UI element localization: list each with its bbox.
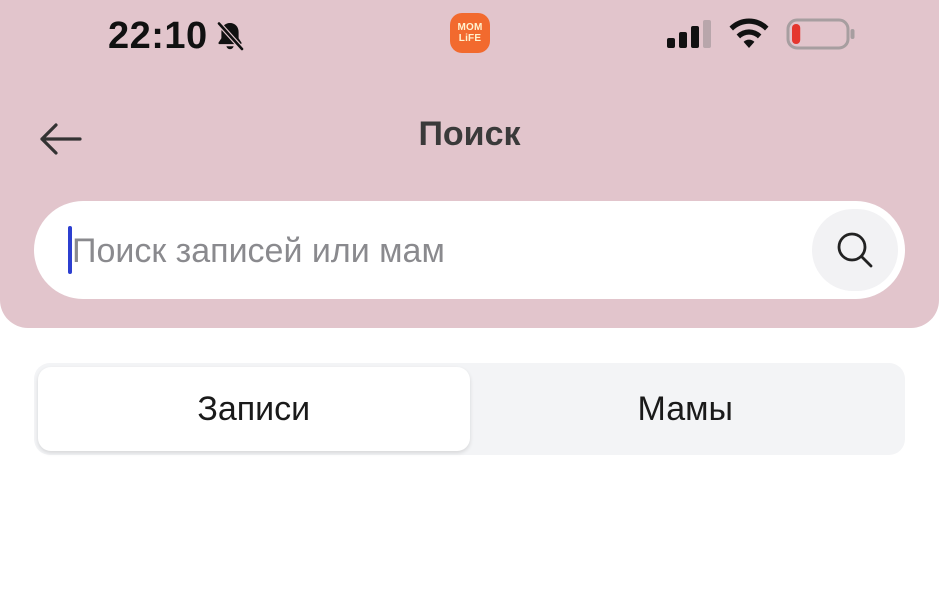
status-time: 22:10 [108, 15, 208, 57]
segmented-tabs: Записи Мамы [34, 363, 905, 455]
header: 22:10 MOM LiFE Поиск Поиск записей или м… [0, 0, 939, 328]
app-badge-line2: LiFE [458, 33, 482, 44]
search-input[interactable] [72, 223, 792, 279]
search-icon [837, 232, 873, 268]
tab-moms[interactable]: Мамы [470, 367, 902, 451]
text-caret [68, 226, 72, 274]
search-button[interactable] [812, 209, 898, 291]
bell-slash-icon [216, 21, 245, 52]
app-badge-icon: MOM LiFE [450, 13, 490, 53]
back-button[interactable] [30, 112, 90, 166]
tab-posts[interactable]: Записи [38, 367, 470, 451]
search-screen: 22:10 MOM LiFE Поиск Поиск записей или м… [0, 0, 939, 600]
battery-icon [786, 18, 855, 50]
search-box [34, 201, 905, 299]
app-badge-line1: MOM [457, 22, 483, 33]
arrow-left-icon [40, 123, 82, 155]
wifi-icon [729, 18, 769, 48]
page-title: Поиск [418, 115, 521, 153]
cellular-signal-icon [667, 20, 711, 48]
